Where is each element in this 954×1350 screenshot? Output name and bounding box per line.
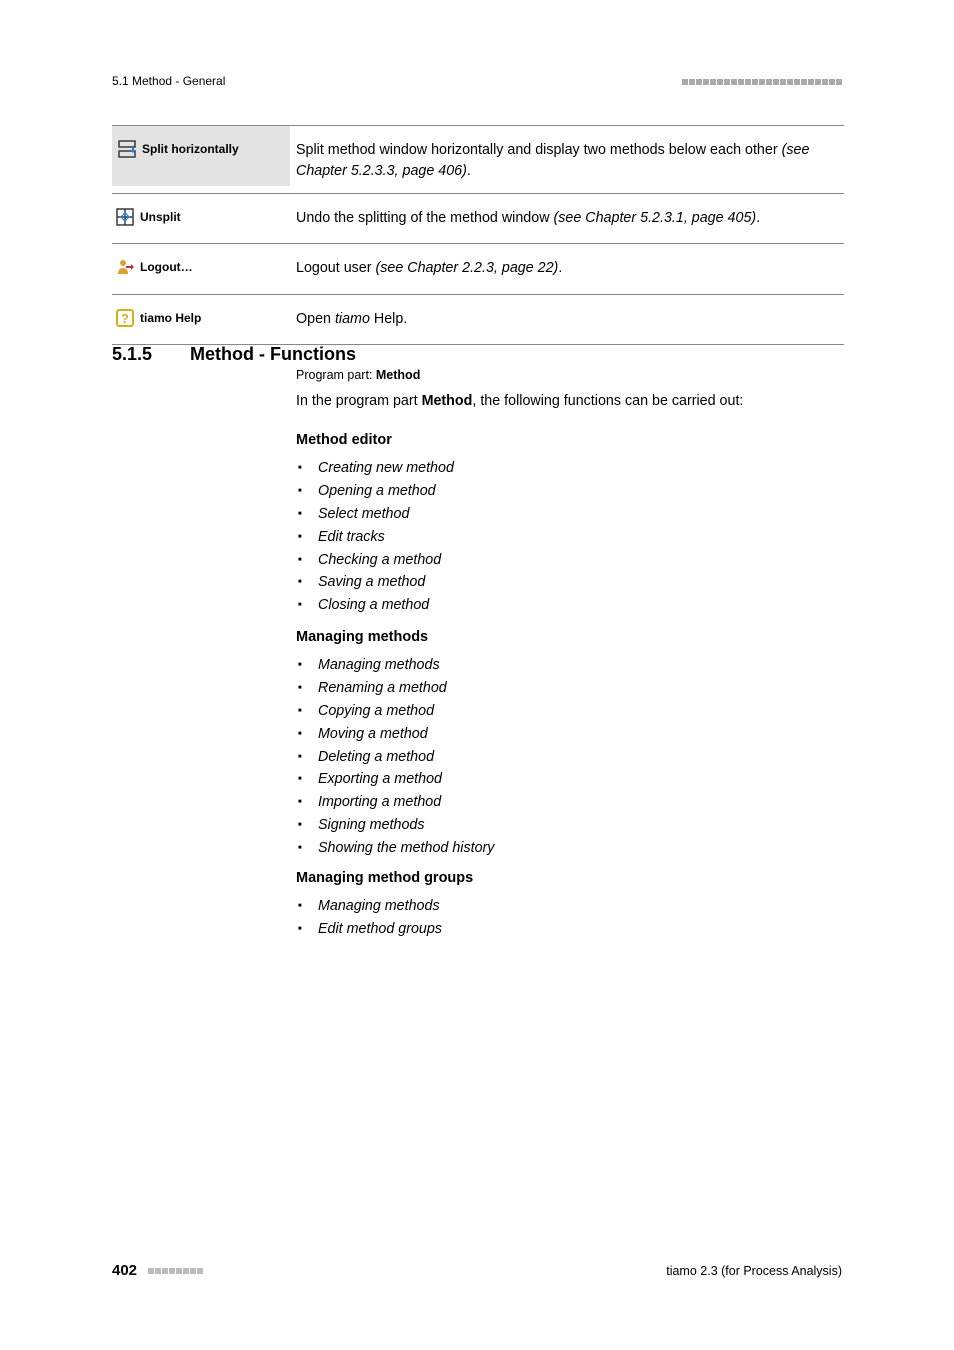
row-label-cell: Unsplit xyxy=(112,204,290,230)
list-item: Exporting a method xyxy=(296,768,494,791)
row-label: Split horizontally xyxy=(142,142,239,156)
footer-left: 402 xyxy=(112,1262,203,1280)
header-decoration xyxy=(681,74,842,88)
row-label-cell: Logout… xyxy=(112,254,290,280)
list-item: Saving a method xyxy=(296,571,454,594)
list-method-editor: Creating new method Opening a method Sel… xyxy=(296,457,454,617)
row-label-cell: ? tiamo Help xyxy=(112,305,290,331)
list-item: Edit tracks xyxy=(296,526,454,549)
row-label: Unsplit xyxy=(140,210,181,224)
footer-decoration xyxy=(147,1262,203,1279)
row-label: tiamo Help xyxy=(140,311,201,325)
list-item: Edit method groups xyxy=(296,918,442,941)
command-table: Split horizontally Split method window h… xyxy=(112,125,844,345)
table-row: Unsplit Undo the splitting of the method… xyxy=(112,193,844,243)
split-horizontal-icon xyxy=(118,140,136,158)
list-item: Managing methods xyxy=(296,895,442,918)
subheading-method-editor: Method editor xyxy=(296,432,392,448)
list-item: Renaming a method xyxy=(296,677,494,700)
page-footer: 402 tiamo 2.3 (for Process Analysis) xyxy=(112,1262,842,1280)
row-label-cell: Split horizontally xyxy=(112,126,290,186)
list-item: Importing a method xyxy=(296,791,494,814)
list-item: Opening a method xyxy=(296,480,454,503)
help-icon: ? xyxy=(116,309,134,327)
row-desc: Logout user (see Chapter 2.2.3, page 22)… xyxy=(290,254,844,283)
section-title: Method - Functions xyxy=(190,344,356,365)
list-item: Signing methods xyxy=(296,814,494,837)
table-row: ? tiamo Help Open tiamo Help. xyxy=(112,294,844,344)
logout-icon xyxy=(116,258,134,276)
list-item: Copying a method xyxy=(296,700,494,723)
list-item: Creating new method xyxy=(296,457,454,480)
section-number: 5.1.5 xyxy=(112,344,152,365)
list-item: Showing the method history xyxy=(296,837,494,860)
subheading-managing-methods: Managing methods xyxy=(296,629,428,645)
unsplit-icon xyxy=(116,208,134,226)
list-item: Closing a method xyxy=(296,594,454,617)
list-managing-method-groups: Managing methods Edit method groups xyxy=(296,895,442,941)
page-header: 5.1 Method - General xyxy=(112,74,842,88)
row-label: Logout… xyxy=(140,260,193,274)
list-item: Managing methods xyxy=(296,654,494,677)
program-part-line: Program part: Method xyxy=(296,368,420,382)
row-desc: Undo the splitting of the method window … xyxy=(290,204,844,233)
row-desc: Open tiamo Help. xyxy=(290,305,844,334)
table-row: Split horizontally Split method window h… xyxy=(112,125,844,193)
section-heading: 5.1.5 Method - Functions xyxy=(112,344,356,365)
list-item: Select method xyxy=(296,503,454,526)
list-item: Checking a method xyxy=(296,549,454,572)
page-number: 402 xyxy=(112,1262,137,1279)
svg-text:?: ? xyxy=(121,311,129,326)
subheading-managing-method-groups: Managing method groups xyxy=(296,870,473,886)
header-section-path: 5.1 Method - General xyxy=(112,74,225,88)
list-item: Moving a method xyxy=(296,723,494,746)
footer-product: tiamo 2.3 (for Process Analysis) xyxy=(666,1264,842,1278)
table-row: Logout… Logout user (see Chapter 2.2.3, … xyxy=(112,243,844,293)
list-managing-methods: Managing methods Renaming a method Copyi… xyxy=(296,654,494,860)
row-desc: Split method window horizontally and dis… xyxy=(290,126,844,193)
section-intro: In the program part Method, the followin… xyxy=(296,393,743,409)
list-item: Deleting a method xyxy=(296,746,494,769)
